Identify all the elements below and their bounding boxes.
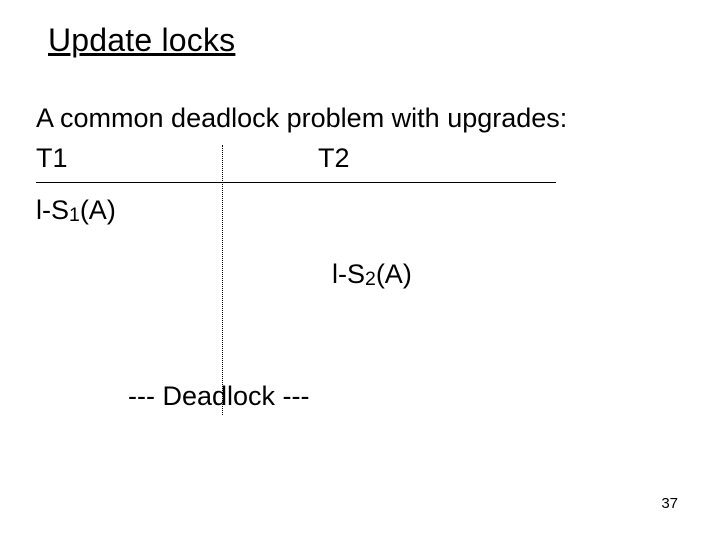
ls2-prefix: l-S [332, 259, 365, 289]
horizontal-rule [36, 182, 556, 183]
column-header-t1: T1 [36, 142, 68, 174]
ls2-suffix: (A) [376, 259, 412, 289]
ls1-suffix: (A) [80, 195, 116, 225]
page-number: 37 [661, 495, 678, 512]
t1-action-ls1: l-S1(A) [36, 194, 116, 226]
ls2-sub: 2 [365, 268, 376, 290]
ls1-prefix: l-S [36, 195, 69, 225]
ls1-sub: 1 [69, 204, 80, 226]
intro-text: A common deadlock problem with upgrades: [36, 102, 567, 134]
column-header-t2: T2 [318, 142, 350, 174]
slide: Update locks A common deadlock problem w… [0, 0, 720, 540]
vertical-divider [222, 145, 223, 415]
slide-title: Update locks [48, 22, 235, 59]
t2-action-ls2: l-S2(A) [332, 258, 412, 290]
deadlock-label: --- Deadlock --- [128, 380, 310, 412]
